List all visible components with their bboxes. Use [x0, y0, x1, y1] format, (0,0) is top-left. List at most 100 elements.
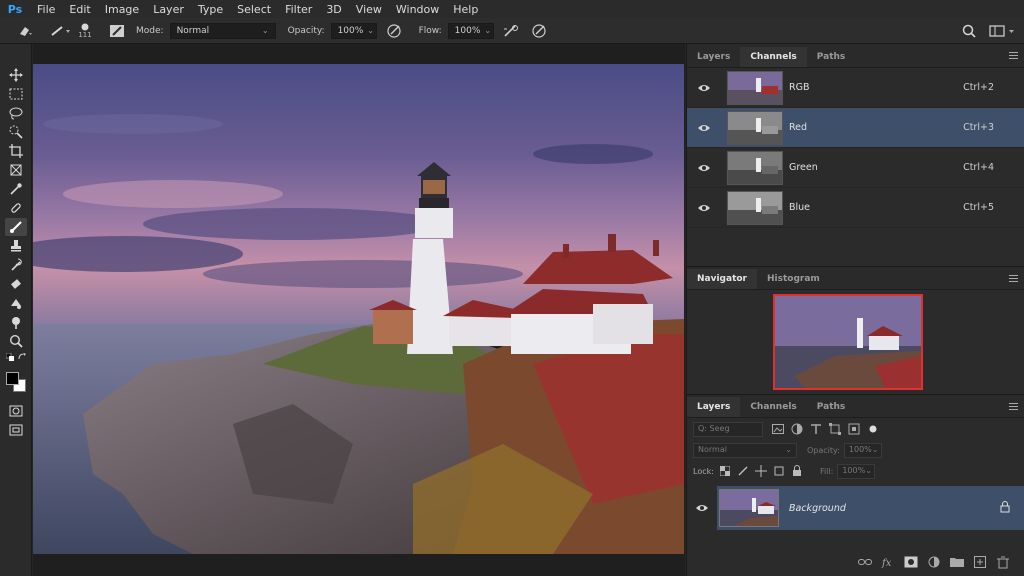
- menu-layer[interactable]: Layer: [146, 3, 191, 16]
- chevron-down-icon: ⌄: [865, 465, 872, 475]
- brush-size-value: 111: [78, 30, 92, 39]
- lock-position-icon[interactable]: [754, 465, 768, 477]
- screen-mode-icon[interactable]: [5, 421, 27, 439]
- eyedropper-tool-icon[interactable]: [5, 180, 27, 198]
- marquee-tool-icon[interactable]: [5, 85, 27, 103]
- opacity-value: 100%: [337, 25, 364, 36]
- channel-name: Blue: [789, 202, 811, 213]
- tab-channels[interactable]: Channels: [740, 47, 807, 67]
- menu-file[interactable]: File: [30, 3, 62, 16]
- brush-tool-icon[interactable]: [4, 218, 27, 236]
- lock-icon[interactable]: [1000, 500, 1010, 516]
- lasso-tool-icon[interactable]: [5, 104, 27, 122]
- layer-name[interactable]: Background: [789, 503, 969, 514]
- opacity-field[interactable]: 100% ⌄: [330, 22, 377, 39]
- lock-transparent-icon[interactable]: [718, 465, 732, 477]
- filter-type-icon[interactable]: [809, 423, 823, 435]
- eye-icon[interactable]: [687, 83, 721, 93]
- link-layers-icon[interactable]: [858, 555, 872, 569]
- channel-row-blue[interactable]: Blue Ctrl+5: [687, 188, 1024, 228]
- menu-help[interactable]: Help: [446, 3, 485, 16]
- channel-row-red[interactable]: Red Ctrl+3: [687, 108, 1024, 148]
- move-tool-icon[interactable]: [5, 66, 27, 84]
- document-canvas[interactable]: [33, 44, 685, 576]
- mode-label: Mode:: [136, 25, 164, 36]
- default-colors-icon[interactable]: [5, 351, 26, 363]
- menu-filter[interactable]: Filter: [278, 3, 319, 16]
- pressure-opacity-icon[interactable]: [383, 20, 405, 42]
- brush-preset-icon[interactable]: [50, 20, 72, 42]
- brush-panel-icon[interactable]: [106, 20, 128, 42]
- menu-type[interactable]: Type: [191, 3, 230, 16]
- quick-select-tool-icon[interactable]: [5, 123, 27, 141]
- layers-blend-bar: Normal ⌄ Opacity: 100% ⌄: [687, 440, 1024, 460]
- history-brush-tool-icon[interactable]: [5, 256, 27, 274]
- add-mask-icon[interactable]: [904, 555, 918, 569]
- filter-pixel-icon[interactable]: [771, 423, 785, 435]
- gradient-tool-icon[interactable]: [5, 294, 27, 312]
- tab-paths[interactable]: Paths: [807, 47, 856, 67]
- fill-label: Fill:: [819, 466, 834, 476]
- channel-row-green[interactable]: Green Ctrl+4: [687, 148, 1024, 188]
- tools-panel: [0, 44, 32, 576]
- tool-preset-icon[interactable]: [14, 20, 36, 42]
- tab-layers[interactable]: Layers: [687, 397, 741, 417]
- layer-row-background[interactable]: Background: [687, 486, 1024, 530]
- eye-icon[interactable]: [687, 503, 717, 513]
- panel-menu-icon[interactable]: [1009, 52, 1018, 61]
- blend-mode-dropdown[interactable]: Normal ⌄: [693, 442, 797, 458]
- tab-paths[interactable]: Paths: [807, 397, 856, 417]
- dodge-tool-icon[interactable]: [5, 313, 27, 331]
- menu-select[interactable]: Select: [230, 3, 278, 16]
- lock-all-icon[interactable]: [790, 465, 804, 477]
- airbrush-icon[interactable]: [500, 20, 522, 42]
- frame-tool-icon[interactable]: [5, 161, 27, 179]
- new-layer-icon[interactable]: [973, 555, 987, 569]
- workspace-icon[interactable]: [988, 20, 1018, 42]
- pressure-size-icon[interactable]: [528, 20, 550, 42]
- fill-field[interactable]: 100% ⌄: [837, 463, 876, 479]
- search-icon[interactable]: [958, 20, 980, 42]
- filter-shape-icon[interactable]: [828, 423, 842, 435]
- panel-menu-icon[interactable]: [1009, 403, 1018, 412]
- fx-icon[interactable]: fx: [881, 555, 895, 569]
- quick-mask-icon[interactable]: [5, 402, 27, 420]
- channels-empty-area: [687, 228, 1024, 266]
- clone-stamp-tool-icon[interactable]: [5, 237, 27, 255]
- navigator-view-box[interactable]: [773, 294, 923, 390]
- zoom-tool-icon[interactable]: [5, 332, 27, 350]
- foreground-color[interactable]: [5, 372, 19, 385]
- filter-adjustment-icon[interactable]: [790, 423, 804, 435]
- delete-layer-icon[interactable]: [996, 555, 1010, 569]
- tab-histogram[interactable]: Histogram: [757, 269, 830, 289]
- layer-opacity-field[interactable]: 100% ⌄: [843, 442, 882, 458]
- brush-size-icon[interactable]: 111: [72, 20, 98, 42]
- color-swatches[interactable]: [4, 370, 28, 394]
- channel-row-rgb[interactable]: RGB Ctrl+2: [687, 68, 1024, 108]
- menu-image[interactable]: Image: [98, 3, 146, 16]
- eraser-tool-icon[interactable]: [5, 275, 27, 293]
- filter-smart-object-icon[interactable]: [847, 423, 861, 435]
- panel-menu-icon[interactable]: [1009, 275, 1018, 284]
- tab-channels[interactable]: Channels: [740, 397, 806, 417]
- flow-field[interactable]: 100% ⌄: [447, 22, 494, 39]
- healing-brush-tool-icon[interactable]: [5, 199, 27, 217]
- eye-icon[interactable]: [687, 203, 721, 213]
- eye-icon[interactable]: [687, 163, 721, 173]
- menu-view[interactable]: View: [349, 3, 389, 16]
- lock-image-icon[interactable]: [736, 465, 750, 477]
- menu-window[interactable]: Window: [389, 3, 446, 16]
- eye-icon[interactable]: [687, 123, 721, 133]
- crop-tool-icon[interactable]: [5, 142, 27, 160]
- menu-3d[interactable]: 3D: [319, 3, 348, 16]
- adjustment-layer-icon[interactable]: [927, 555, 941, 569]
- new-group-icon[interactable]: [950, 555, 964, 569]
- menu-edit[interactable]: Edit: [62, 3, 97, 16]
- tab-navigator[interactable]: Navigator: [687, 269, 757, 289]
- mode-dropdown[interactable]: Normal ⌄: [169, 22, 276, 39]
- layer-filter-dropdown[interactable]: Q: Seeg: [693, 421, 763, 437]
- lock-artboard-icon[interactable]: [772, 465, 786, 477]
- filter-toggle-icon[interactable]: [866, 423, 880, 435]
- layers-footer: fx: [687, 548, 1024, 576]
- tab-layers[interactable]: Layers: [687, 47, 740, 67]
